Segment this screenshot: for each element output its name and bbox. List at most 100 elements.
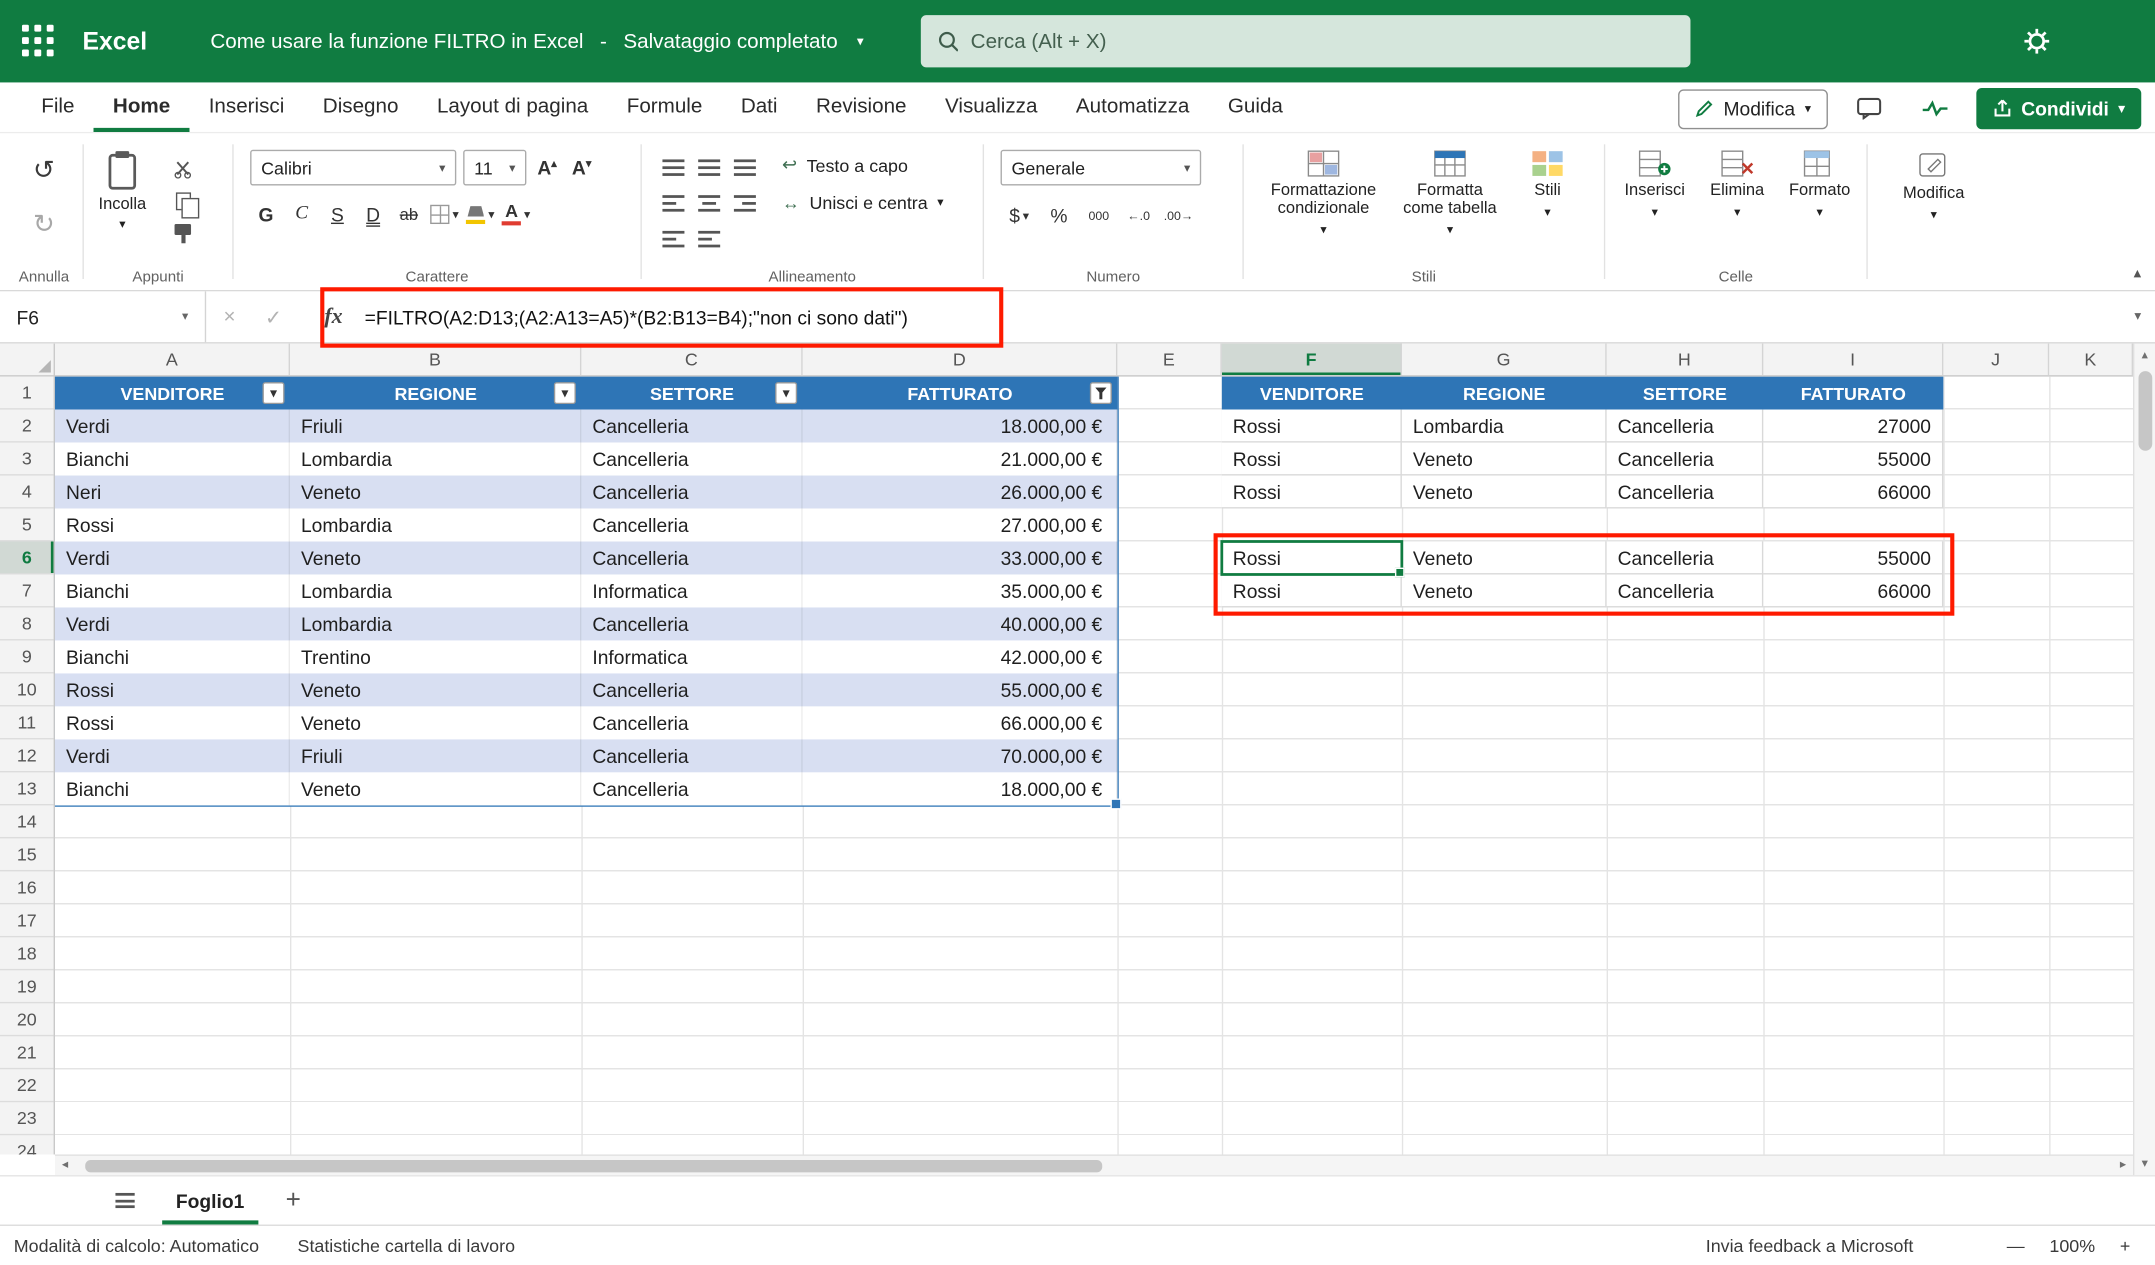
cell[interactable]: Rossi xyxy=(55,509,290,542)
cell[interactable]: Lombardia xyxy=(1402,410,1607,443)
name-box[interactable]: F6 ▾ xyxy=(0,291,206,342)
scroll-left-icon[interactable]: ◂ xyxy=(62,1157,68,1172)
cell[interactable]: Rossi xyxy=(1222,443,1402,476)
tab-guida[interactable]: Guida xyxy=(1209,82,1302,131)
cell[interactable]: Veneto xyxy=(1402,541,1607,574)
row-header[interactable]: 15 xyxy=(0,838,54,871)
font-color-button[interactable]: A▾ xyxy=(500,198,532,231)
cell[interactable]: Verdi xyxy=(55,541,290,574)
row-header[interactable]: 5 xyxy=(0,509,54,542)
cell[interactable]: 18.000,00 € xyxy=(803,410,1118,443)
formula-input[interactable]: =FILTRO(A2:D13;(A2:A13=A5)*(B2:B13=B4);"… xyxy=(365,306,908,328)
add-sheet-button[interactable]: + xyxy=(286,1185,301,1215)
row-header[interactable]: 12 xyxy=(0,739,54,772)
tab-inserisci[interactable]: Inserisci xyxy=(189,82,303,131)
workbook-statistics[interactable]: Statistiche cartella di lavoro xyxy=(298,1235,515,1256)
cell[interactable]: Rossi xyxy=(1222,410,1402,443)
row-header[interactable]: 2 xyxy=(0,410,54,443)
cell[interactable]: Cancelleria xyxy=(581,739,802,772)
cell[interactable]: 21.000,00 € xyxy=(803,443,1118,476)
cell[interactable]: Veneto xyxy=(290,541,581,574)
header-venditore[interactable]: VENDITORE xyxy=(1222,377,1402,410)
cell[interactable]: Veneto xyxy=(1402,443,1607,476)
cell[interactable]: 26.000,00 € xyxy=(803,476,1118,509)
cell[interactable]: Cancelleria xyxy=(581,476,802,509)
increase-font-button[interactable]: A▴ xyxy=(533,157,561,179)
search-box[interactable] xyxy=(921,15,1691,67)
row-header[interactable]: 3 xyxy=(0,443,54,476)
horizontal-scrollbar[interactable]: ◂ ▸ xyxy=(55,1154,2133,1175)
column-header[interactable]: D xyxy=(803,344,1118,376)
cell[interactable]: Cancelleria xyxy=(581,706,802,739)
copy-icon[interactable] xyxy=(175,192,190,210)
cut-scissors-icon[interactable] xyxy=(173,159,192,178)
cell[interactable]: Cancelleria xyxy=(581,509,802,542)
cell[interactable]: Friuli xyxy=(290,410,581,443)
cell[interactable]: Cancelleria xyxy=(1607,574,1764,607)
tab-dati[interactable]: Dati xyxy=(722,82,797,131)
cell[interactable]: 35.000,00 € xyxy=(803,574,1118,607)
cell[interactable]: 33.000,00 € xyxy=(803,541,1118,574)
row-header[interactable]: 22 xyxy=(0,1069,54,1102)
cell[interactable]: Cancelleria xyxy=(581,410,802,443)
cell[interactable]: Cancelleria xyxy=(581,541,802,574)
header-regione[interactable]: REGIONE xyxy=(1402,377,1607,410)
align-right-icon[interactable] xyxy=(734,195,756,211)
row-header[interactable]: 21 xyxy=(0,1036,54,1069)
column-header[interactable]: B xyxy=(290,344,581,376)
mode-switch-button[interactable]: Modifica ▾ xyxy=(1678,89,1827,129)
calc-mode-status[interactable]: Modalità di calcolo: Automatico xyxy=(14,1235,259,1256)
cell[interactable]: Veneto xyxy=(1402,574,1607,607)
cell[interactable]: Verdi xyxy=(55,607,290,640)
header-fatturato[interactable]: FATTURATO xyxy=(1763,377,1943,410)
cell[interactable]: 18.000,00 € xyxy=(803,772,1118,805)
column-header[interactable]: F xyxy=(1222,344,1402,376)
confirm-icon[interactable]: ✓ xyxy=(253,304,294,329)
cell[interactable]: Bianchi xyxy=(55,772,290,805)
cell[interactable]: Neri xyxy=(55,476,290,509)
align-bottom-icon[interactable] xyxy=(734,159,756,175)
cell[interactable]: Lombardia xyxy=(290,443,581,476)
header-fatturato[interactable]: FATTURATO xyxy=(803,377,1118,410)
cell[interactable]: Veneto xyxy=(290,772,581,805)
cell[interactable]: Informatica xyxy=(581,640,802,673)
row-header[interactable]: 7 xyxy=(0,574,54,607)
fill-color-button[interactable]: ▾ xyxy=(465,198,497,231)
cell[interactable]: Cancelleria xyxy=(581,443,802,476)
cell[interactable]: Trentino xyxy=(290,640,581,673)
cell[interactable]: Verdi xyxy=(55,410,290,443)
cell[interactable]: 42.000,00 € xyxy=(803,640,1118,673)
strikethrough-button[interactable]: ab xyxy=(393,198,425,231)
settings-gear-icon[interactable] xyxy=(2023,27,2050,61)
column-header[interactable]: I xyxy=(1763,344,1943,376)
filter-dropdown-icon[interactable]: ▾ xyxy=(775,382,797,404)
chevron-down-icon[interactable]: ▾ xyxy=(857,34,864,49)
zoom-out-button[interactable]: — xyxy=(2007,1235,2025,1256)
tab-revisione[interactable]: Revisione xyxy=(797,82,926,131)
feedback-link[interactable]: Invia feedback a Microsoft xyxy=(1706,1235,1914,1256)
share-button[interactable]: Condividi ▾ xyxy=(1976,88,2141,129)
tab-file[interactable]: File xyxy=(22,82,94,131)
column-header[interactable]: H xyxy=(1607,344,1764,376)
cell[interactable]: Veneto xyxy=(290,673,581,706)
editing-button[interactable]: Modifica ▾ xyxy=(1886,150,1982,290)
bold-button[interactable]: G xyxy=(250,198,282,231)
cell[interactable]: Cancelleria xyxy=(1607,476,1764,509)
align-center-icon[interactable] xyxy=(698,195,720,211)
row-header[interactable]: 16 xyxy=(0,871,54,904)
filter-dropdown-icon[interactable]: ▾ xyxy=(263,382,285,404)
double-underline-button[interactable]: D xyxy=(357,198,389,231)
grid-canvas[interactable]: VENDITORE ▾ REGIONE ▾ SETTORE ▾ FATTURAT… xyxy=(55,377,2133,1155)
thousands-separator-button[interactable]: 000 xyxy=(1083,199,1115,232)
cell[interactable]: Cancelleria xyxy=(1607,443,1764,476)
cell[interactable]: 55.000,00 € xyxy=(803,673,1118,706)
row-header[interactable]: 14 xyxy=(0,805,54,838)
row-header[interactable]: 6 xyxy=(0,541,54,574)
cell[interactable]: Lombardia xyxy=(290,607,581,640)
italic-button[interactable]: C xyxy=(286,198,318,231)
cell[interactable]: 66.000,00 € xyxy=(803,706,1118,739)
header-regione[interactable]: REGIONE ▾ xyxy=(290,377,581,410)
cell[interactable]: Informatica xyxy=(581,574,802,607)
scroll-right-icon[interactable]: ▸ xyxy=(2120,1157,2126,1172)
expand-formula-bar-icon[interactable]: ▾ xyxy=(2134,309,2141,324)
